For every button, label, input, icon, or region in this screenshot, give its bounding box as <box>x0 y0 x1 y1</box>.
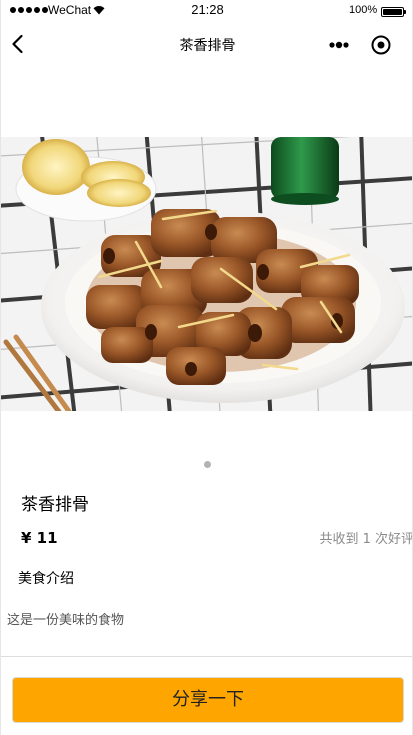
swiper-indicator <box>1 461 412 468</box>
price-row: ¥ 11 共收到 1 次好评 <box>21 528 413 550</box>
dish-price: ¥ 11 <box>21 529 58 547</box>
swiper-dot-active[interactable] <box>204 461 211 468</box>
bottom-bar: 分享一下 <box>1 656 412 735</box>
status-bar: WeChat 21:28 100% <box>1 0 412 22</box>
battery-percent: 100% <box>349 4 378 16</box>
more-icon[interactable] <box>328 37 350 53</box>
intro-title: 美食介绍 <box>18 571 74 587</box>
intro-text: 这是一份美味的食物 <box>7 613 125 628</box>
review-count: 共收到 1 次好评 <box>319 532 413 547</box>
dish-name: 茶香排骨 <box>21 495 89 515</box>
share-button[interactable]: 分享一下 <box>12 677 404 723</box>
page-title: 茶香排骨 <box>179 38 236 54</box>
close-circle-icon[interactable] <box>370 34 392 56</box>
image-swiper[interactable] <box>1 137 412 411</box>
battery-icon <box>381 7 406 17</box>
navigation-bar: 茶香排骨 <box>1 22 412 66</box>
app-page: WeChat 21:28 100% 茶香排骨 茶香排骨 ¥ 11 共收到 1 次… <box>0 0 413 735</box>
dish-photo <box>1 137 412 411</box>
